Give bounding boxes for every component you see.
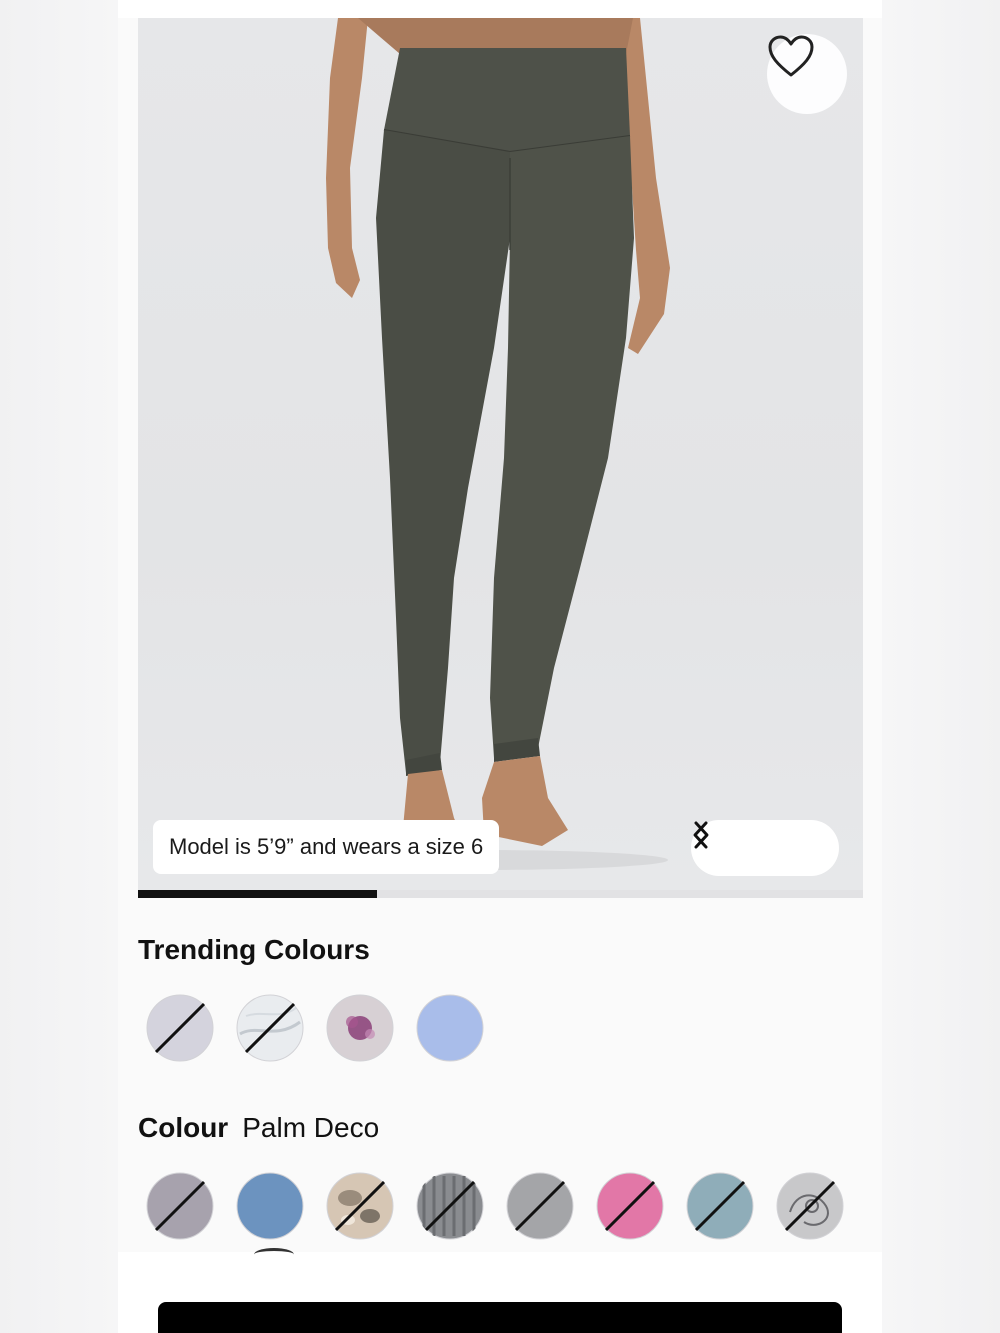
colour-swatches (146, 1172, 844, 1240)
trending-colour-swatch[interactable] (326, 994, 394, 1062)
gallery-progress-bar (138, 890, 863, 898)
colour-swatch[interactable] (686, 1172, 754, 1240)
colour-swatch-graphic (416, 1172, 484, 1240)
product-image-carousel[interactable]: Model is 5’9” and wears a size 6 (138, 18, 863, 890)
colour-swatch[interactable] (596, 1172, 664, 1240)
product-photo (288, 18, 670, 870)
colour-swatch[interactable] (326, 1172, 394, 1240)
colour-swatch-graphic (776, 1172, 844, 1240)
gallery-navigation (691, 820, 839, 876)
selected-colour-name: Palm Deco (242, 1112, 380, 1143)
colour-swatch-graphic (506, 1172, 574, 1240)
product-page: Model is 5’9” and wears a size 6 Trendin… (118, 0, 882, 1333)
trending-colour-swatch-graphic (236, 994, 304, 1062)
app-viewport: Model is 5’9” and wears a size 6 Trendin… (0, 0, 1000, 1333)
trending-colours-title: Trending Colours (138, 934, 370, 965)
colour-swatch[interactable] (776, 1172, 844, 1240)
colour-swatch[interactable] (236, 1172, 304, 1240)
colour-swatch-graphic (596, 1172, 664, 1240)
model-size-note: Model is 5’9” and wears a size 6 (153, 820, 500, 874)
gallery-progress-fill (138, 890, 378, 898)
colour-swatch-graphic (236, 1172, 304, 1240)
colour-swatch[interactable] (506, 1172, 574, 1240)
favorite-button[interactable] (767, 34, 847, 114)
colour-swatch[interactable] (416, 1172, 484, 1240)
trending-colour-swatch[interactable] (146, 994, 214, 1062)
colour-swatch-graphic (146, 1172, 214, 1240)
trending-colour-swatch[interactable] (416, 994, 484, 1062)
heart-outline-icon (768, 35, 814, 77)
previous-image-button[interactable] (693, 821, 748, 868)
colour-heading: Colour Palm Deco (138, 1112, 379, 1144)
colour-swatch-graphic (326, 1172, 394, 1240)
trending-colour-swatch-graphic (326, 994, 394, 1062)
colour-label: Colour (138, 1112, 229, 1143)
trending-colour-swatch-graphic (416, 994, 484, 1062)
chevron-right-icon (694, 821, 709, 849)
trending-colour-swatches (146, 994, 484, 1062)
trending-colour-swatch-graphic (146, 994, 214, 1062)
colour-swatch[interactable] (146, 1172, 214, 1240)
add-to-bag-button[interactable] (158, 1302, 842, 1333)
top-bar (118, 0, 882, 18)
trending-colour-swatch[interactable] (236, 994, 304, 1062)
next-row-swatch-edge (254, 1248, 294, 1261)
colour-swatch-graphic (686, 1172, 754, 1240)
next-image-button[interactable] (694, 821, 822, 868)
